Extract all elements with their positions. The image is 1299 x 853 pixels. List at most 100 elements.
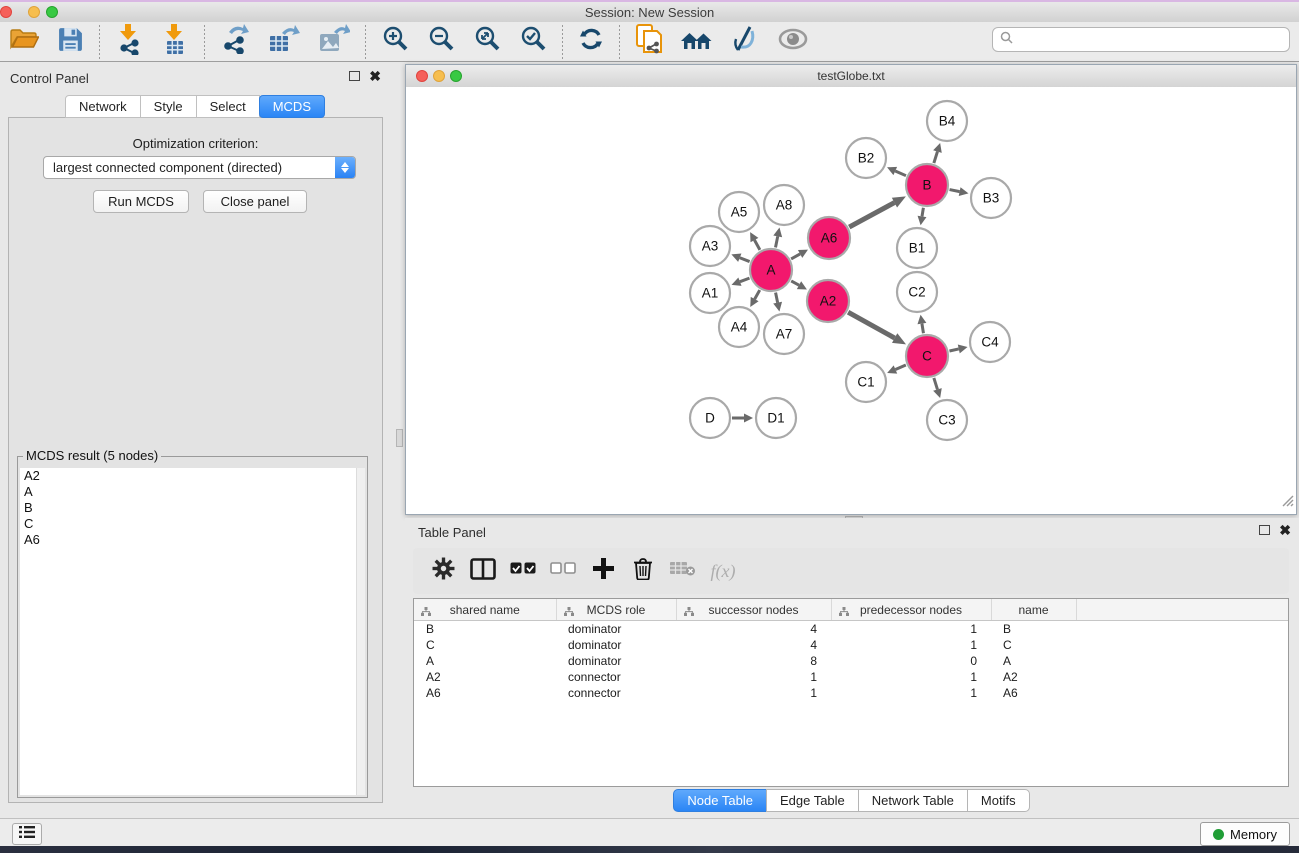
edge-A-A3[interactable] — [740, 258, 750, 262]
node-b1[interactable]: B1 — [897, 228, 937, 268]
close-panel-icon[interactable]: ✖ — [369, 71, 381, 81]
edge-C-C2[interactable] — [922, 324, 924, 334]
run-mcds-button[interactable]: Run MCDS — [93, 190, 189, 213]
node-d[interactable]: D — [690, 398, 730, 438]
node-a2[interactable]: A2 — [807, 280, 849, 322]
column-header-mcds-role[interactable]: MCDS role — [556, 599, 676, 621]
edge-B-B2[interactable] — [895, 171, 906, 176]
search-field[interactable] — [992, 27, 1290, 52]
split-view-button[interactable] — [465, 553, 501, 589]
cell-successor-nodes[interactable]: 1 — [676, 685, 831, 701]
memory-button[interactable]: Memory — [1200, 822, 1290, 846]
node-b[interactable]: B — [906, 164, 948, 206]
float-table-panel-icon[interactable] — [1259, 525, 1270, 535]
table-row[interactable]: A2connector11A2 — [414, 669, 1288, 685]
tab-motifs[interactable]: Motifs — [967, 789, 1030, 812]
node-a3[interactable]: A3 — [690, 226, 730, 266]
edge-B-B1[interactable] — [922, 208, 923, 217]
cell-mcds-role[interactable]: dominator — [556, 637, 676, 653]
cell-name[interactable]: B — [991, 621, 1076, 638]
tab-select[interactable]: Select — [196, 95, 260, 118]
cell-predecessor-nodes[interactable]: 0 — [831, 653, 991, 669]
edge-A-A8[interactable] — [776, 236, 778, 247]
create-column-button[interactable] — [585, 553, 621, 589]
node-a6[interactable]: A6 — [808, 217, 850, 259]
vertical-splitter-handle[interactable] — [396, 429, 403, 447]
edge-A-A4[interactable] — [755, 290, 760, 299]
graphics-details-button[interactable] — [722, 25, 768, 59]
export-image-button[interactable] — [309, 25, 359, 59]
cell-name[interactable]: A2 — [991, 669, 1076, 685]
edge-A2-C[interactable] — [848, 312, 895, 338]
task-history-button[interactable] — [12, 823, 42, 845]
node-c4[interactable]: C4 — [970, 322, 1010, 362]
edge-A6-B[interactable] — [849, 203, 894, 227]
table-row[interactable]: Bdominator41B — [414, 621, 1288, 638]
node-b4[interactable]: B4 — [927, 101, 967, 141]
edge-A-A6[interactable] — [791, 254, 800, 259]
tab-network[interactable]: Network — [65, 95, 141, 118]
cell-predecessor-nodes[interactable]: 1 — [831, 685, 991, 701]
table-row[interactable]: A6connector11A6 — [414, 685, 1288, 701]
node-c1[interactable]: C1 — [846, 362, 886, 402]
node-c[interactable]: C — [906, 335, 948, 377]
edge-C-C1[interactable] — [895, 365, 905, 369]
cell-predecessor-nodes[interactable]: 1 — [831, 637, 991, 653]
eye-toggle-button[interactable] — [768, 25, 818, 59]
cell-mcds-role[interactable]: connector — [556, 685, 676, 701]
cell-name[interactable]: A — [991, 653, 1076, 669]
result-item-b[interactable]: B — [20, 500, 365, 516]
node-a1[interactable]: A1 — [690, 273, 730, 313]
node-a4[interactable]: A4 — [719, 307, 759, 347]
cell-successor-nodes[interactable]: 8 — [676, 653, 831, 669]
edge-A-A2[interactable] — [791, 281, 799, 285]
cell-shared-name[interactable]: A2 — [414, 669, 556, 685]
node-b2[interactable]: B2 — [846, 138, 886, 178]
cell-successor-nodes[interactable]: 4 — [676, 637, 831, 653]
duplicate-network-button[interactable] — [626, 25, 672, 59]
column-header-shared-name[interactable]: shared name — [414, 599, 556, 621]
close-panel-button[interactable]: Close panel — [203, 190, 307, 213]
import-table-button[interactable] — [152, 25, 198, 59]
tab-edge-table[interactable]: Edge Table — [766, 789, 859, 812]
cell-mcds-role[interactable]: dominator — [556, 621, 676, 638]
edge-B-B4[interactable] — [934, 152, 938, 164]
cell-name[interactable]: A6 — [991, 685, 1076, 701]
cell-successor-nodes[interactable]: 1 — [676, 669, 831, 685]
import-network-button[interactable] — [106, 25, 152, 59]
node-c2[interactable]: C2 — [897, 272, 937, 312]
cell-name[interactable]: C — [991, 637, 1076, 653]
node-table[interactable]: shared nameMCDS rolesuccessor nodesprede… — [413, 598, 1289, 787]
node-b3[interactable]: B3 — [971, 178, 1011, 218]
criterion-select[interactable]: largest connected component (directed) — [43, 156, 356, 179]
cell-successor-nodes[interactable]: 4 — [676, 621, 831, 638]
node-a8[interactable]: A8 — [764, 185, 804, 225]
table-row[interactable]: Cdominator41C — [414, 637, 1288, 653]
search-input[interactable] — [1017, 31, 1289, 48]
cell-predecessor-nodes[interactable]: 1 — [831, 669, 991, 685]
open-session-button[interactable] — [0, 25, 48, 59]
save-session-button[interactable] — [48, 25, 93, 59]
edge-C-C3[interactable] — [934, 378, 938, 390]
cell-shared-name[interactable]: C — [414, 637, 556, 653]
edge-A-A7[interactable] — [776, 293, 778, 303]
zoom-fit-button[interactable] — [464, 25, 510, 59]
home-overview-button[interactable] — [672, 25, 722, 59]
cell-shared-name[interactable]: B — [414, 621, 556, 638]
node-a[interactable]: A — [750, 249, 792, 291]
node-d1[interactable]: D1 — [756, 398, 796, 438]
network-window-titlebar[interactable]: testGlobe.txt — [406, 65, 1296, 88]
result-item-a6[interactable]: A6 — [20, 532, 365, 548]
column-header-successor-nodes[interactable]: successor nodes — [676, 599, 831, 621]
cell-mcds-role[interactable]: dominator — [556, 653, 676, 669]
cell-mcds-role[interactable]: connector — [556, 669, 676, 685]
zoom-in-button[interactable] — [372, 25, 418, 59]
tab-network-table[interactable]: Network Table — [858, 789, 968, 812]
result-item-c[interactable]: C — [20, 516, 365, 532]
tab-mcds[interactable]: MCDS — [259, 95, 325, 118]
float-panel-icon[interactable] — [349, 71, 360, 81]
export-network-button[interactable] — [211, 25, 259, 59]
select-all-columns-button[interactable] — [505, 553, 541, 589]
cell-shared-name[interactable]: A6 — [414, 685, 556, 701]
refresh-button[interactable] — [569, 25, 613, 59]
